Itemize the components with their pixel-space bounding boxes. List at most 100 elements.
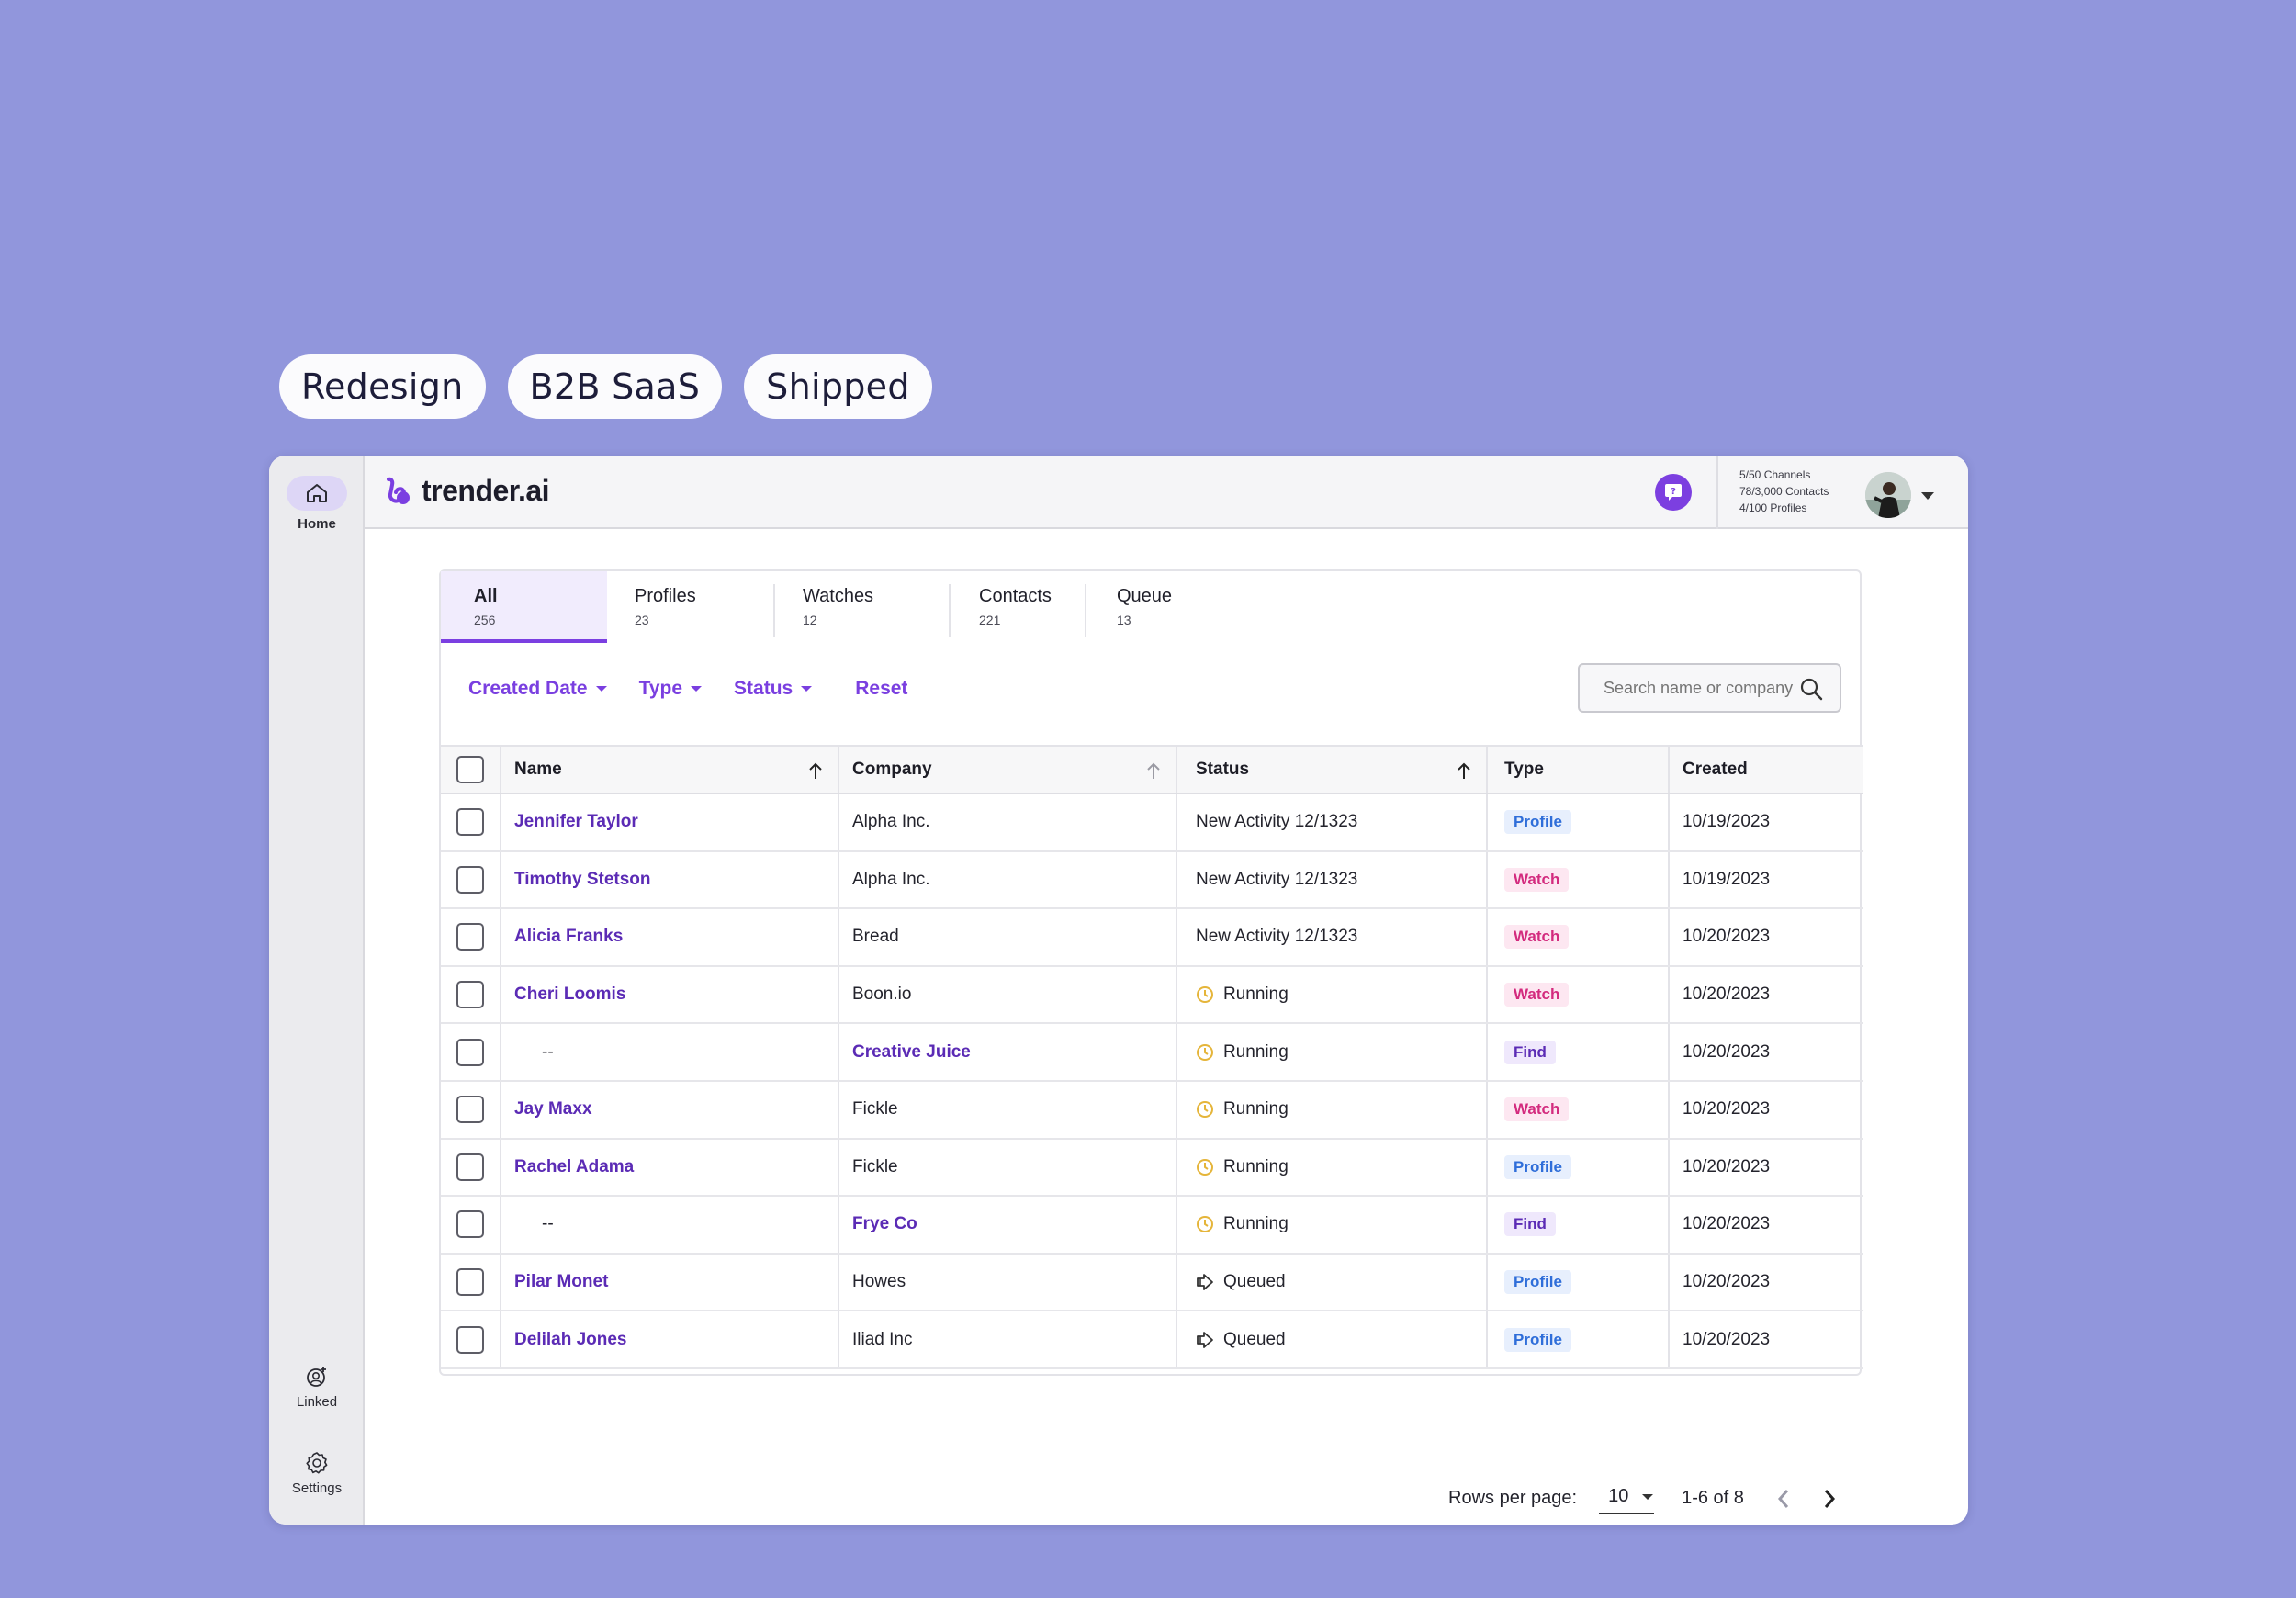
table-header: Name Company Status Type Created bbox=[441, 745, 1863, 794]
table-row[interactable]: Delilah Jones Iliad Inc Queued Profile 1… bbox=[441, 1311, 1863, 1369]
row-select-cell bbox=[441, 1024, 500, 1080]
created-date: 10/20/2023 bbox=[1683, 1156, 1771, 1176]
type-filter[interactable]: Type bbox=[639, 678, 703, 700]
select-all-cell bbox=[441, 747, 500, 793]
status-filter[interactable]: Status bbox=[734, 678, 813, 700]
created-cell: 10/19/2023 bbox=[1668, 851, 1863, 908]
chevron-down-icon[interactable] bbox=[1920, 489, 1935, 505]
created-date: 10/20/2023 bbox=[1683, 1099, 1771, 1120]
contact-name-link[interactable]: Jay Maxx bbox=[514, 1099, 592, 1120]
type-badge: Profile bbox=[1504, 1270, 1571, 1295]
table-row[interactable]: -- Creative Juice Running Find 10/20/202… bbox=[441, 1024, 1863, 1082]
company-link[interactable]: Creative Juice bbox=[852, 1042, 971, 1063]
tab-label: Queue bbox=[1117, 586, 1173, 606]
row-checkbox[interactable] bbox=[456, 1325, 484, 1354]
sidebar-item-settings[interactable]: Settings bbox=[269, 1449, 365, 1496]
created-cell: 10/20/2023 bbox=[1668, 1197, 1863, 1253]
contact-name-link[interactable]: Timothy Stetson bbox=[514, 870, 651, 890]
filter-label: Type bbox=[638, 678, 683, 699]
tab-count: 13 bbox=[1117, 613, 1131, 627]
created-date-filter[interactable]: Created Date bbox=[468, 678, 608, 700]
contact-name-link[interactable]: Cheri Loomis bbox=[514, 985, 625, 1005]
status-text: Running bbox=[1223, 1214, 1289, 1234]
row-checkbox[interactable] bbox=[456, 1038, 484, 1066]
brand-logo[interactable]: trender.ai bbox=[383, 474, 550, 508]
row-checkbox[interactable] bbox=[456, 1096, 484, 1124]
created-date: 10/20/2023 bbox=[1683, 1329, 1771, 1349]
status-cell: Running bbox=[1176, 1024, 1486, 1080]
next-page-button[interactable] bbox=[1823, 1489, 1836, 1509]
sort-arrow-icon[interactable] bbox=[1146, 762, 1161, 781]
sidebar-item-linked[interactable]: Linked bbox=[269, 1363, 365, 1410]
help-button[interactable]: ? bbox=[1655, 474, 1692, 511]
row-checkbox[interactable] bbox=[456, 865, 484, 894]
select-all-checkbox[interactable] bbox=[456, 756, 484, 783]
search-input[interactable] bbox=[1604, 678, 1796, 698]
contact-name-link[interactable]: Pilar Monet bbox=[514, 1272, 608, 1292]
created-date: 10/20/2023 bbox=[1683, 985, 1771, 1005]
row-checkbox[interactable] bbox=[456, 1268, 484, 1297]
contact-name-link[interactable]: Rachel Adama bbox=[514, 1157, 634, 1177]
created-date: 10/19/2023 bbox=[1683, 869, 1771, 889]
row-select-cell bbox=[441, 1311, 500, 1367]
contact-name-link[interactable]: Delilah Jones bbox=[514, 1330, 627, 1350]
sort-arrow-icon[interactable] bbox=[808, 762, 823, 781]
row-checkbox[interactable] bbox=[456, 808, 484, 837]
company-link[interactable]: Frye Co bbox=[852, 1214, 917, 1234]
column-header-created[interactable]: Created bbox=[1668, 747, 1863, 793]
table-row[interactable]: -- Frye Co Running Find 10/20/2023 bbox=[441, 1197, 1863, 1255]
table-row[interactable]: Cheri Loomis Boon.io Running Watch 10/20… bbox=[441, 966, 1863, 1025]
sidebar-item-home[interactable]: Home bbox=[269, 476, 365, 532]
column-header-name[interactable]: Name bbox=[500, 747, 838, 793]
status-cell: Queued bbox=[1176, 1311, 1486, 1367]
type-badge: Profile bbox=[1504, 1327, 1571, 1352]
type-badge: Find bbox=[1504, 1212, 1556, 1237]
home-icon bbox=[287, 476, 347, 511]
company-cell: Boon.io bbox=[838, 966, 1176, 1023]
row-checkbox[interactable] bbox=[456, 923, 484, 951]
table-row[interactable]: Rachel Adama Fickle Running Profile 10/2… bbox=[441, 1139, 1863, 1198]
column-header-type[interactable]: Type bbox=[1486, 747, 1668, 793]
table-row[interactable]: Timothy Stetson Alpha Inc. New Activity … bbox=[441, 851, 1863, 910]
contacts-panel: All 256 Profiles 23 Watches 12 Contacts … bbox=[439, 569, 1863, 1514]
chevron-right-icon bbox=[1824, 1489, 1835, 1508]
row-checkbox[interactable] bbox=[456, 981, 484, 1009]
sidebar-item-label: Home bbox=[298, 516, 336, 532]
chevron-left-icon bbox=[1777, 1489, 1789, 1508]
column-header-company[interactable]: Company bbox=[838, 747, 1176, 793]
tab-label: Contacts bbox=[979, 586, 1052, 606]
column-header-status[interactable]: Status bbox=[1176, 747, 1486, 793]
tab-contacts[interactable]: Contacts 221 bbox=[946, 571, 1084, 643]
search-icon[interactable] bbox=[1799, 677, 1823, 701]
company-cell: Frye Co bbox=[838, 1197, 1176, 1253]
header-label: Status bbox=[1196, 760, 1250, 779]
caret-down-icon bbox=[801, 686, 813, 692]
sort-arrow-icon[interactable] bbox=[1457, 762, 1471, 781]
rows-per-page-select[interactable]: 10 bbox=[1599, 1482, 1655, 1514]
tab-queue[interactable]: Queue 13 bbox=[1084, 571, 1221, 643]
clock-icon bbox=[1197, 1158, 1213, 1176]
filter-label: Status bbox=[734, 678, 793, 699]
clock-icon bbox=[1197, 1216, 1213, 1233]
app-window: Home Linked Settings trender.ai ? 5/50 C… bbox=[269, 456, 1968, 1525]
tab-all[interactable]: All 256 bbox=[441, 571, 607, 643]
row-checkbox[interactable] bbox=[456, 1210, 484, 1239]
sidebar: Home Linked Settings bbox=[269, 456, 365, 1525]
table-row[interactable]: Jay Maxx Fickle Running Watch 10/20/2023 bbox=[441, 1081, 1863, 1140]
contact-name-link[interactable]: Jennifer Taylor bbox=[514, 812, 638, 832]
tab-watches[interactable]: Watches 12 bbox=[770, 571, 944, 643]
table-row[interactable]: Jennifer Taylor Alpha Inc. New Activity … bbox=[441, 794, 1863, 852]
reset-button[interactable]: Reset bbox=[855, 678, 907, 700]
name-cell: Rachel Adama bbox=[500, 1139, 838, 1196]
tag-pill: Shipped bbox=[744, 354, 932, 419]
row-checkbox[interactable] bbox=[456, 1153, 484, 1181]
table-row[interactable]: Alicia Franks Bread New Activity 12/1323… bbox=[441, 909, 1863, 967]
tab-label: Watches bbox=[803, 586, 874, 606]
table-row[interactable]: Pilar Monet Howes Queued Profile 10/20/2… bbox=[441, 1254, 1863, 1312]
tab-profiles[interactable]: Profiles 23 bbox=[602, 571, 767, 643]
previous-page-button[interactable] bbox=[1777, 1489, 1790, 1509]
type-badge: Watch bbox=[1504, 867, 1570, 892]
company-cell: Iliad Inc bbox=[838, 1311, 1176, 1367]
avatar[interactable] bbox=[1865, 472, 1911, 518]
contact-name-link[interactable]: Alicia Franks bbox=[514, 927, 623, 947]
